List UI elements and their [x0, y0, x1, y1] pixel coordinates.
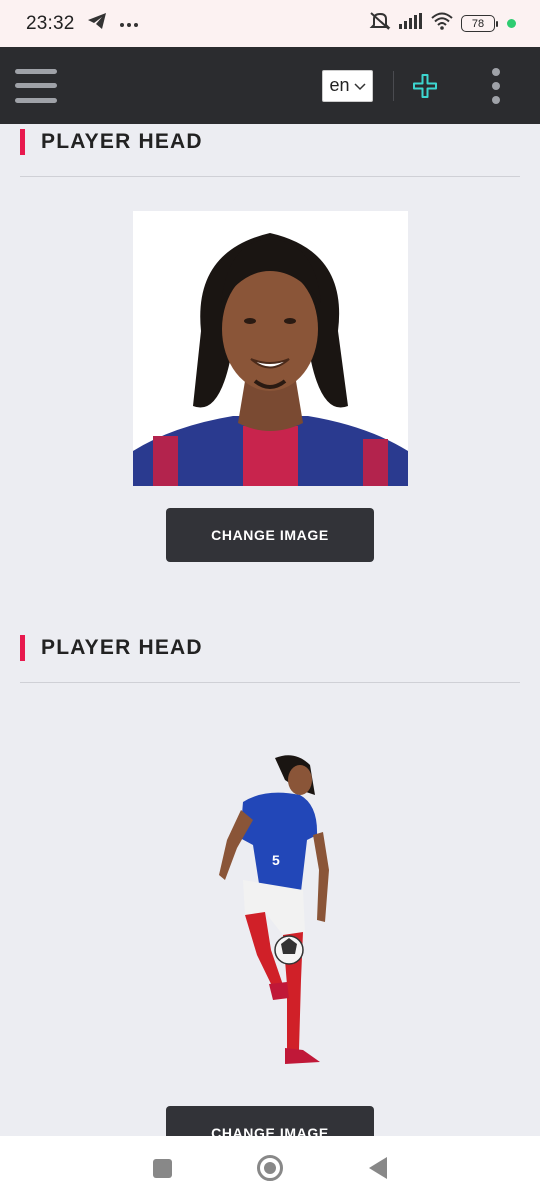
chevron-down-icon	[353, 75, 366, 96]
home-button[interactable]	[257, 1155, 284, 1181]
player-head-image	[133, 211, 408, 486]
privacy-indicator	[507, 19, 516, 28]
header-divider	[393, 70, 394, 101]
language-select[interactable]: en	[322, 69, 373, 102]
more-dots-icon	[119, 15, 139, 33]
plus-icon[interactable]	[410, 71, 440, 101]
recents-button[interactable]	[152, 1158, 172, 1178]
menu-icon[interactable]	[15, 68, 57, 103]
section-accent-bar	[20, 129, 25, 155]
app-header: en	[0, 47, 540, 124]
change-image-button[interactable]: CHANGE IMAGE	[166, 508, 374, 562]
mute-icon	[369, 11, 391, 36]
section-divider	[20, 682, 520, 683]
status-time: 23:32	[26, 12, 75, 34]
kebab-icon[interactable]	[492, 67, 500, 104]
section-divider	[20, 176, 520, 177]
telegram-icon	[87, 12, 107, 35]
player-body-image: 5	[205, 750, 335, 1070]
section-title-player-head-1: PLAYER HEAD	[20, 129, 203, 155]
section-heading: PLAYER HEAD	[41, 130, 203, 153]
system-nav-bar	[0, 1136, 540, 1200]
signal-icon	[399, 13, 423, 34]
language-value: en	[329, 75, 350, 95]
section-title-player-head-2: PLAYER HEAD	[20, 635, 203, 661]
svg-text:5: 5	[272, 852, 280, 868]
section-heading: PLAYER HEAD	[41, 636, 203, 659]
section-accent-bar	[20, 635, 25, 661]
status-right: 78	[369, 11, 516, 36]
status-bar: 23:32 78	[0, 0, 540, 47]
wifi-icon	[431, 12, 453, 35]
back-button[interactable]	[369, 1157, 388, 1179]
battery-icon: 78	[461, 15, 498, 32]
status-left: 23:32	[26, 12, 139, 35]
